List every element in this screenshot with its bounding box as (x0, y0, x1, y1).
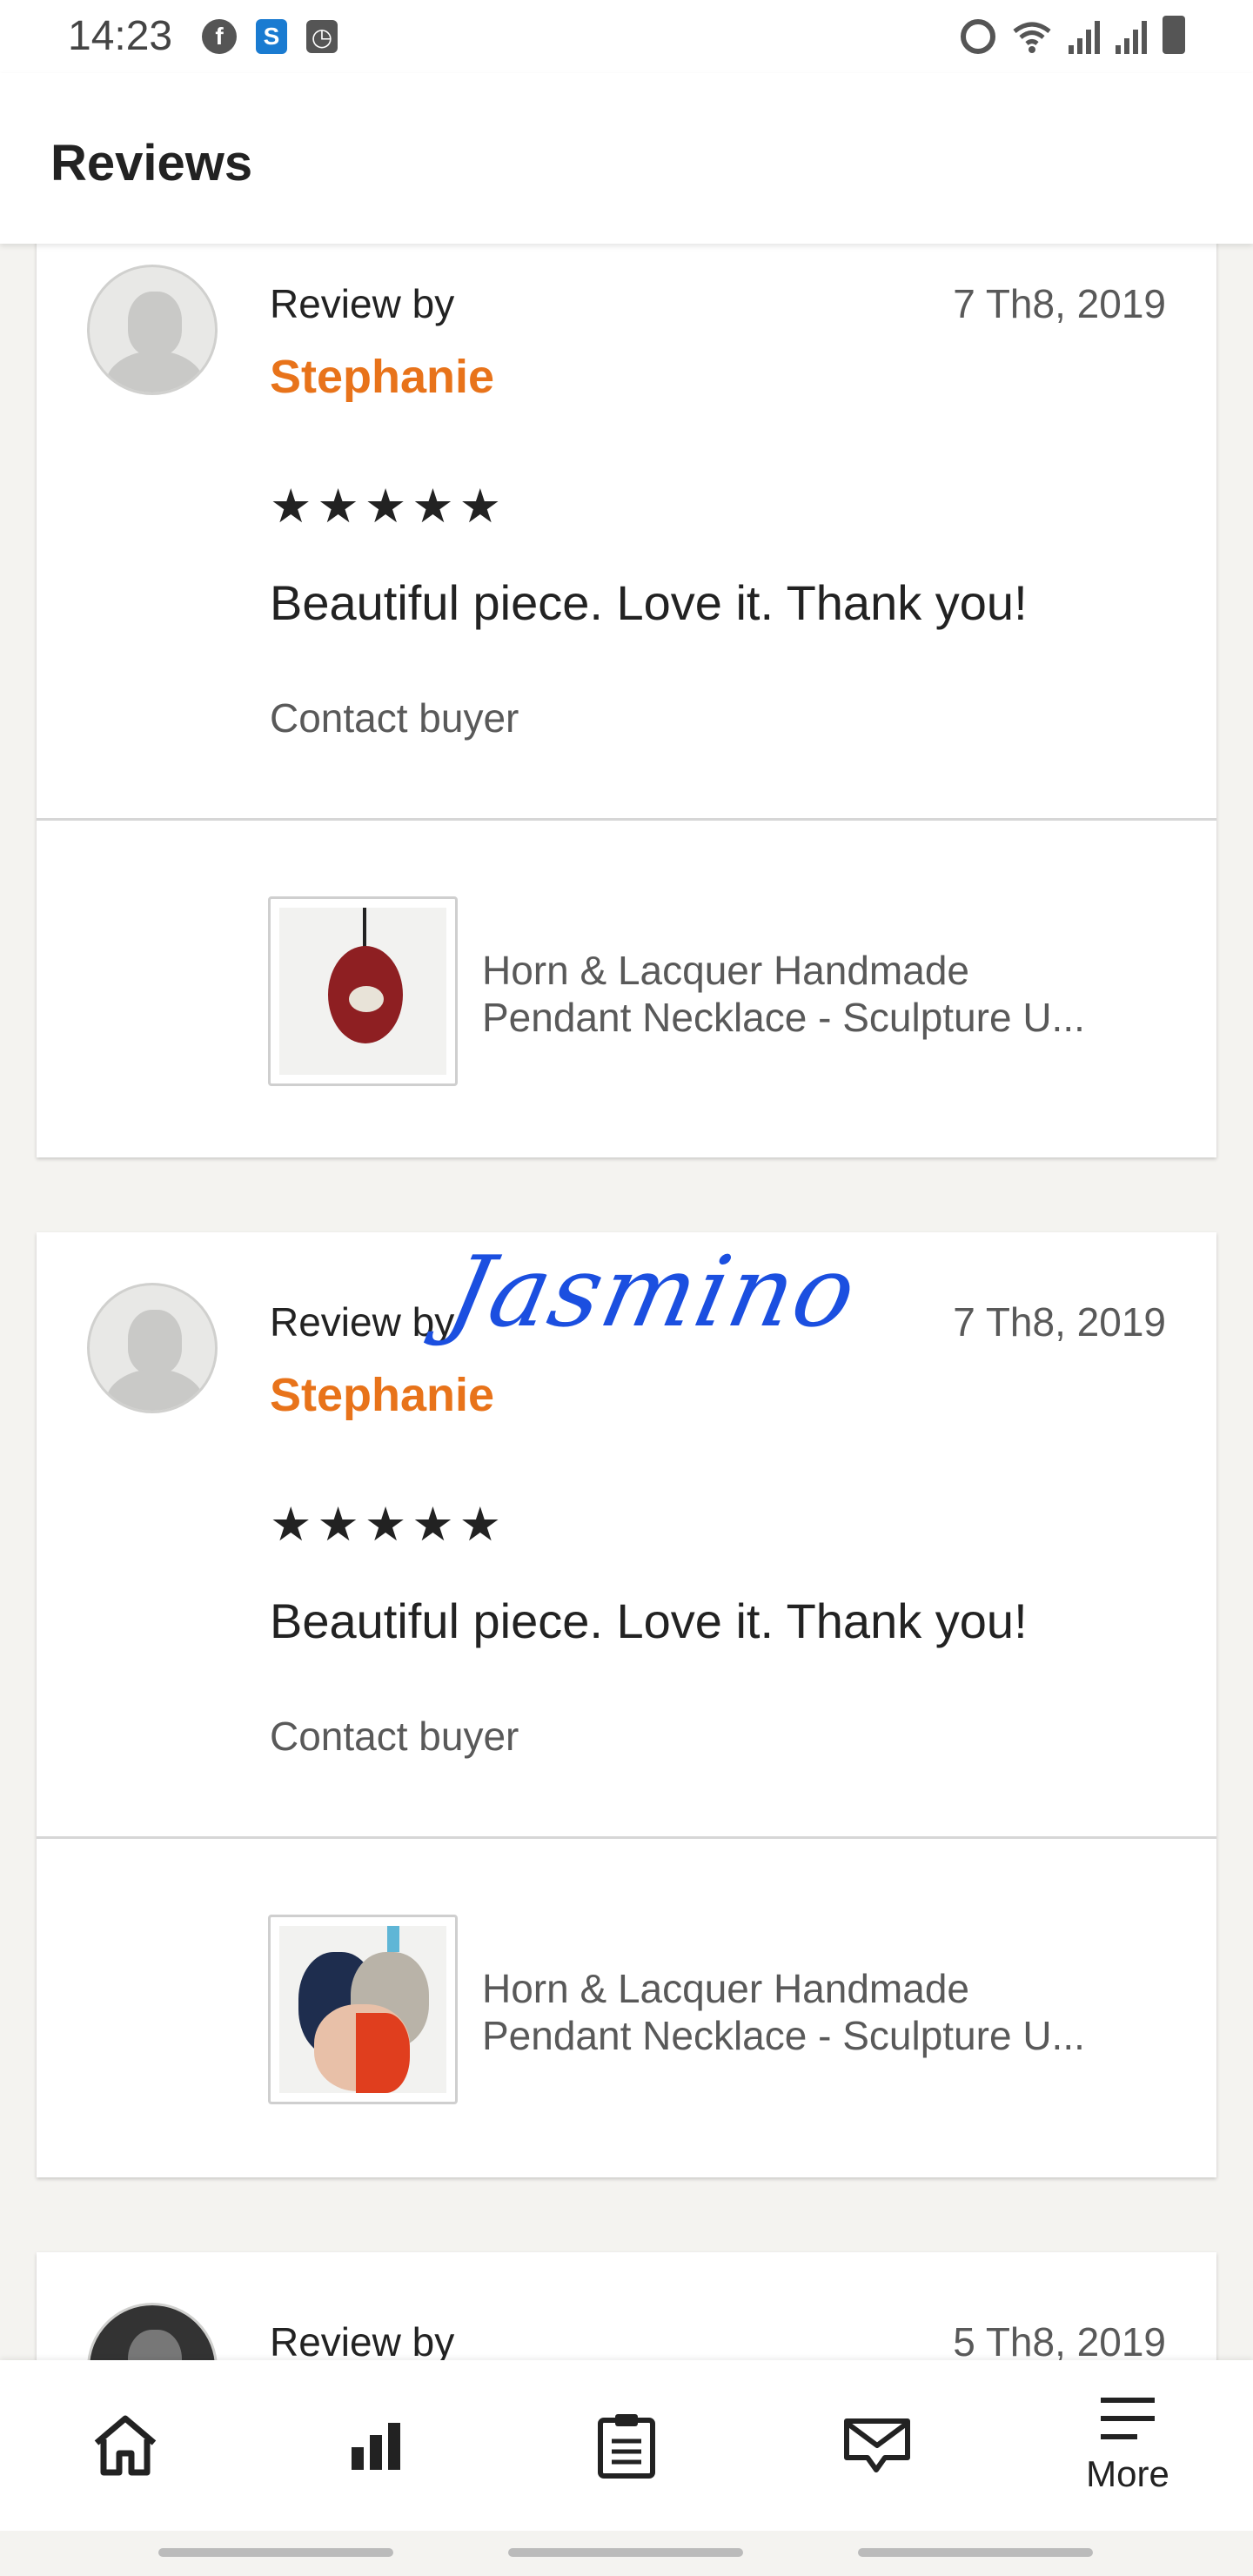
review-by-label: Review by (270, 2319, 455, 2365)
star-rating: ★★★★★ (270, 1499, 507, 1551)
nav-more[interactable]: More (1002, 2360, 1253, 2531)
divider (37, 1836, 1216, 1839)
gesture-handle[interactable] (858, 2548, 1093, 2557)
gesture-handle[interactable] (508, 2548, 743, 2557)
divider (37, 818, 1216, 821)
signal-icon (1069, 19, 1100, 54)
review-card: Review by 7 Th8, 2019 Stephanie ★★★★★ Be… (37, 1232, 1216, 2177)
gesture-handle[interactable] (158, 2548, 393, 2557)
review-text: Beautiful piece. Love it. Thank you! (270, 1593, 1028, 1648)
bottom-navigation: More (0, 2360, 1253, 2531)
status-notification-icons: f S ◷ (202, 19, 338, 54)
reviewer-name-link[interactable]: Stephanie (270, 350, 494, 404)
product-thumbnail[interactable] (268, 1915, 458, 2104)
messages-icon (844, 2418, 910, 2472)
reviewer-avatar[interactable] (87, 265, 218, 395)
orders-clipboard-icon (598, 2414, 655, 2479)
app-header: Reviews (0, 73, 1253, 244)
facebook-icon: f (202, 19, 237, 54)
page-title: Reviews (50, 135, 253, 191)
product-thumbnail[interactable] (268, 896, 458, 1086)
star-rating: ★★★★★ (270, 480, 507, 533)
review-text: Beautiful piece. Love it. Thank you! (270, 575, 1028, 630)
battery-icon (1163, 16, 1185, 54)
nav-orders[interactable] (501, 2360, 752, 2531)
handwritten-signature-overlay: Jasmino (439, 1236, 868, 1349)
nav-messages[interactable] (752, 2360, 1002, 2531)
nav-more-label: More (1086, 2453, 1169, 2494)
stats-icon (352, 2423, 400, 2470)
signal-icon (1116, 19, 1147, 54)
contact-buyer-link[interactable]: Contact buyer (270, 1713, 519, 1760)
alarm-icon (961, 19, 995, 54)
home-icon (94, 2415, 157, 2476)
status-bar: 14:23 f S ◷ (0, 0, 1253, 73)
contact-buyer-link[interactable]: Contact buyer (270, 694, 519, 741)
review-by-label: Review by (270, 281, 455, 326)
s-app-icon: S (256, 19, 287, 54)
status-time: 14:23 (68, 13, 173, 59)
review-date: 5 Th8, 2019 (953, 2319, 1166, 2365)
menu-icon (1101, 2398, 1155, 2439)
reviewer-name-link[interactable]: Stephanie (270, 1368, 494, 1422)
status-system-icons (961, 16, 1185, 54)
gesture-navigation-bar (0, 2531, 1253, 2576)
nav-stats[interactable] (251, 2360, 501, 2531)
wifi-icon (1013, 22, 1051, 53)
review-by-label: Review by (270, 1299, 455, 1345)
product-title-link[interactable]: Horn & Lacquer Handmade Pendant Necklace… (482, 1965, 1196, 2059)
product-title-link[interactable]: Horn & Lacquer Handmade Pendant Necklace… (482, 947, 1196, 1041)
nav-home[interactable] (0, 2360, 251, 2531)
review-card: Review by 7 Th8, 2019 Stephanie ★★★★★ Be… (37, 157, 1216, 1157)
clock-app-icon: ◷ (306, 20, 338, 53)
review-date: 7 Th8, 2019 (953, 1299, 1166, 1345)
review-date: 7 Th8, 2019 (953, 281, 1166, 326)
reviewer-avatar[interactable] (87, 1283, 218, 1413)
